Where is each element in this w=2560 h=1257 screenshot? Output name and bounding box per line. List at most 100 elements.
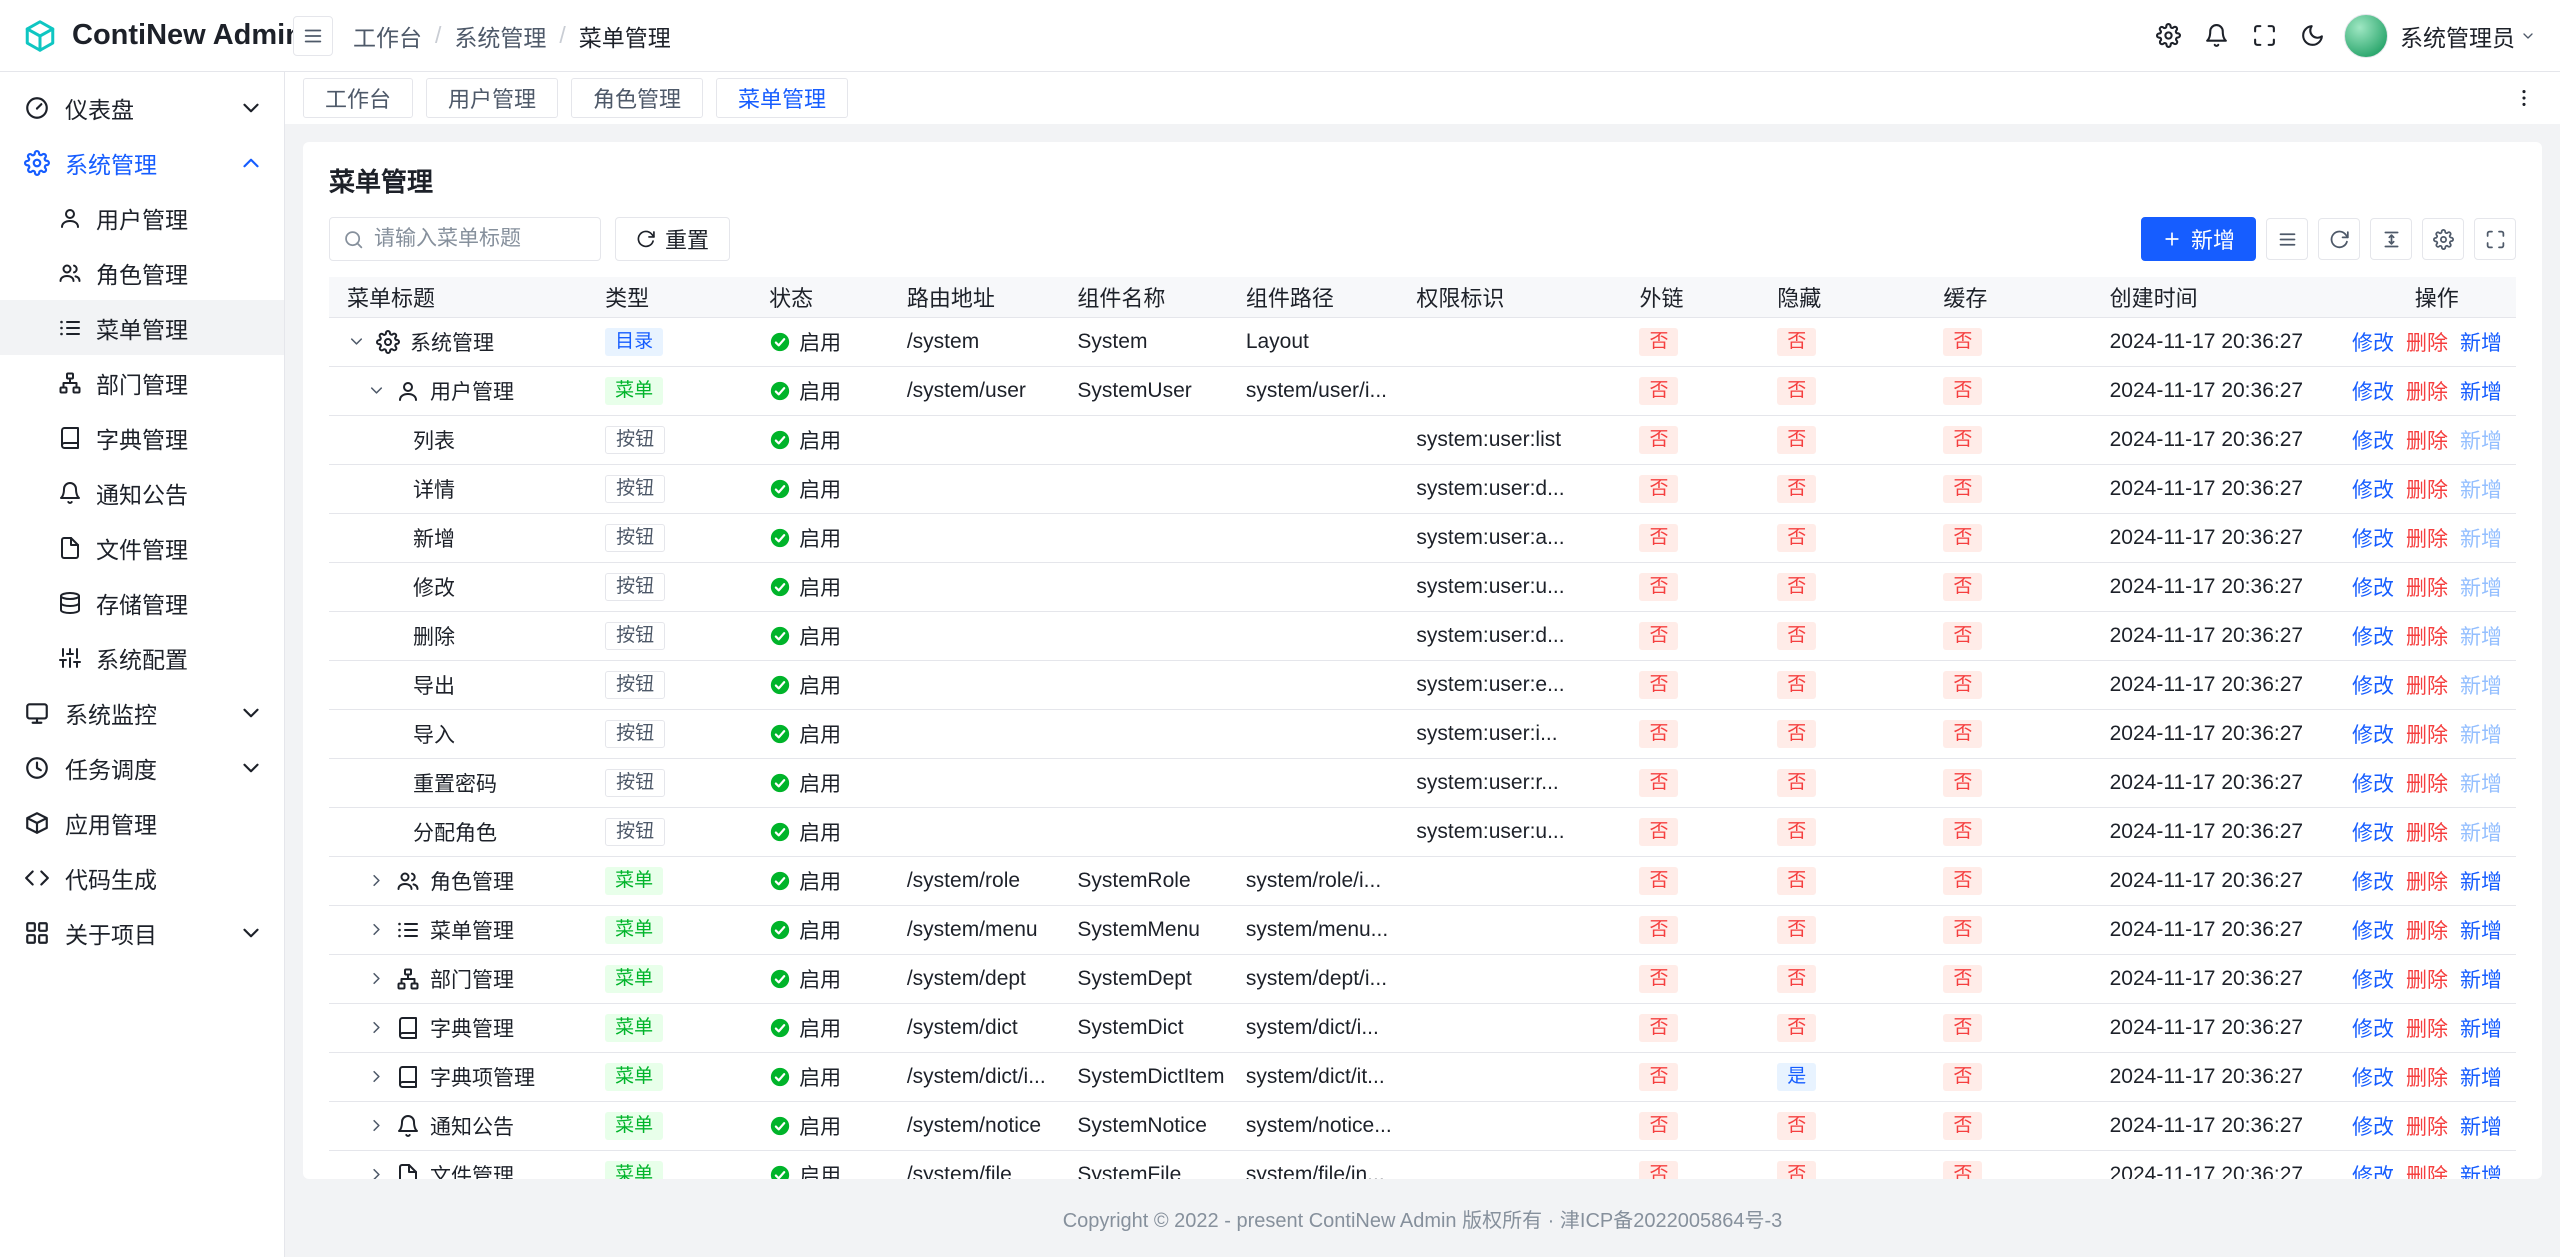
delete-link[interactable]: 删除 [2406,670,2448,700]
delete-link[interactable]: 删除 [2406,1111,2448,1141]
delete-link[interactable]: 删除 [2406,1160,2448,1180]
edit-link[interactable]: 修改 [2352,1111,2394,1141]
sidebar-item-菜单管理[interactable]: 菜单管理 [0,300,284,355]
edit-link[interactable]: 修改 [2352,1013,2394,1043]
edit-link[interactable]: 修改 [2352,523,2394,553]
delete-link[interactable]: 删除 [2406,817,2448,847]
search-input[interactable] [374,218,600,260]
sidebar-item-任务调度[interactable]: 任务调度 [0,740,284,795]
add-link[interactable]: 新增 [2460,768,2502,798]
sidebar-item-系统管理[interactable]: 系统管理 [0,135,284,190]
add-link[interactable]: 新增 [2460,1160,2502,1180]
list-button[interactable] [2266,218,2308,260]
edit-link[interactable]: 修改 [2352,572,2394,602]
edit-link[interactable]: 修改 [2352,376,2394,406]
breadcrumb-item-workbench[interactable]: 工作台 [353,19,422,53]
delete-link[interactable]: 删除 [2406,964,2448,994]
edit-link[interactable]: 修改 [2352,719,2394,749]
edit-link[interactable]: 修改 [2352,964,2394,994]
sidebar-item-部门管理[interactable]: 部门管理 [0,355,284,410]
edit-link[interactable]: 修改 [2352,425,2394,455]
breadcrumb-item-system[interactable]: 系统管理 [454,19,546,53]
add-link[interactable]: 新增 [2460,817,2502,847]
sidebar-item-系统监控[interactable]: 系统监控 [0,685,284,740]
edit-link[interactable]: 修改 [2352,817,2394,847]
menu-collapse-button[interactable] [293,16,333,56]
expand-chevron-right-icon[interactable] [367,920,386,939]
edit-link[interactable]: 修改 [2352,327,2394,357]
delete-link[interactable]: 删除 [2406,327,2448,357]
username[interactable]: 系统管理员 [2400,19,2515,53]
delete-link[interactable]: 删除 [2406,866,2448,896]
expand-chevron-right-icon[interactable] [367,1067,386,1086]
row-height-button[interactable] [2370,218,2412,260]
expand-chevron-right-icon[interactable] [367,969,386,988]
add-link[interactable]: 新增 [2460,1062,2502,1092]
sidebar-item-关于项目[interactable]: 关于项目 [0,905,284,960]
reset-button[interactable]: 重置 [615,217,730,261]
tab-more-button[interactable] [2506,80,2542,116]
tab-工作台[interactable]: 工作台 [303,78,413,118]
edit-link[interactable]: 修改 [2352,670,2394,700]
edit-link[interactable]: 修改 [2352,474,2394,504]
delete-link[interactable]: 删除 [2406,376,2448,406]
sidebar-item-用户管理[interactable]: 用户管理 [0,190,284,245]
add-link[interactable]: 新增 [2460,425,2502,455]
delete-link[interactable]: 删除 [2406,523,2448,553]
edit-link[interactable]: 修改 [2352,866,2394,896]
delete-link[interactable]: 删除 [2406,1062,2448,1092]
edit-link[interactable]: 修改 [2352,915,2394,945]
delete-link[interactable]: 删除 [2406,768,2448,798]
add-button[interactable]: 新增 [2141,217,2256,261]
add-link[interactable]: 新增 [2460,915,2502,945]
moon-button[interactable] [2290,14,2334,58]
bell-button[interactable] [2194,14,2238,58]
delete-link[interactable]: 删除 [2406,621,2448,651]
add-link[interactable]: 新增 [2460,376,2502,406]
delete-link[interactable]: 删除 [2406,1013,2448,1043]
add-link[interactable]: 新增 [2460,964,2502,994]
sidebar-item-角色管理[interactable]: 角色管理 [0,245,284,300]
delete-link[interactable]: 删除 [2406,572,2448,602]
refresh-button[interactable] [2318,218,2360,260]
sidebar-item-仪表盘[interactable]: 仪表盘 [0,80,284,135]
add-link[interactable]: 新增 [2460,1111,2502,1141]
edit-link[interactable]: 修改 [2352,1062,2394,1092]
edit-link[interactable]: 修改 [2352,768,2394,798]
edit-link[interactable]: 修改 [2352,1160,2394,1180]
sidebar-item-代码生成[interactable]: 代码生成 [0,850,284,905]
delete-link[interactable]: 删除 [2406,425,2448,455]
add-link[interactable]: 新增 [2460,670,2502,700]
sidebar-item-存储管理[interactable]: 存储管理 [0,575,284,630]
add-link[interactable]: 新增 [2460,621,2502,651]
expand-chevron-right-icon[interactable] [367,1165,386,1179]
edit-link[interactable]: 修改 [2352,621,2394,651]
add-link[interactable]: 新增 [2460,866,2502,896]
delete-link[interactable]: 删除 [2406,915,2448,945]
add-link[interactable]: 新增 [2460,474,2502,504]
expand-chevron-right-icon[interactable] [367,1018,386,1037]
gear-button[interactable] [2146,14,2190,58]
sidebar-item-字典管理[interactable]: 字典管理 [0,410,284,465]
avatar[interactable] [2344,14,2388,58]
tab-用户管理[interactable]: 用户管理 [426,78,558,118]
sidebar-item-文件管理[interactable]: 文件管理 [0,520,284,575]
expand-chevron-right-icon[interactable] [367,871,386,890]
expand-chevron-down-icon[interactable] [367,381,386,400]
expand-chevron-down-icon[interactable] [347,332,366,351]
add-link[interactable]: 新增 [2460,572,2502,602]
fullscreen-button[interactable] [2474,218,2516,260]
delete-link[interactable]: 删除 [2406,719,2448,749]
tab-菜单管理[interactable]: 菜单管理 [716,78,848,118]
add-link[interactable]: 新增 [2460,523,2502,553]
fullscreen-button[interactable] [2242,14,2286,58]
delete-link[interactable]: 删除 [2406,474,2448,504]
add-link[interactable]: 新增 [2460,1013,2502,1043]
expand-chevron-right-icon[interactable] [367,1116,386,1135]
gear-button[interactable] [2422,218,2464,260]
sidebar-item-应用管理[interactable]: 应用管理 [0,795,284,850]
sidebar-item-通知公告[interactable]: 通知公告 [0,465,284,520]
tab-角色管理[interactable]: 角色管理 [571,78,703,118]
add-link[interactable]: 新增 [2460,719,2502,749]
sidebar-item-系统配置[interactable]: 系统配置 [0,630,284,685]
